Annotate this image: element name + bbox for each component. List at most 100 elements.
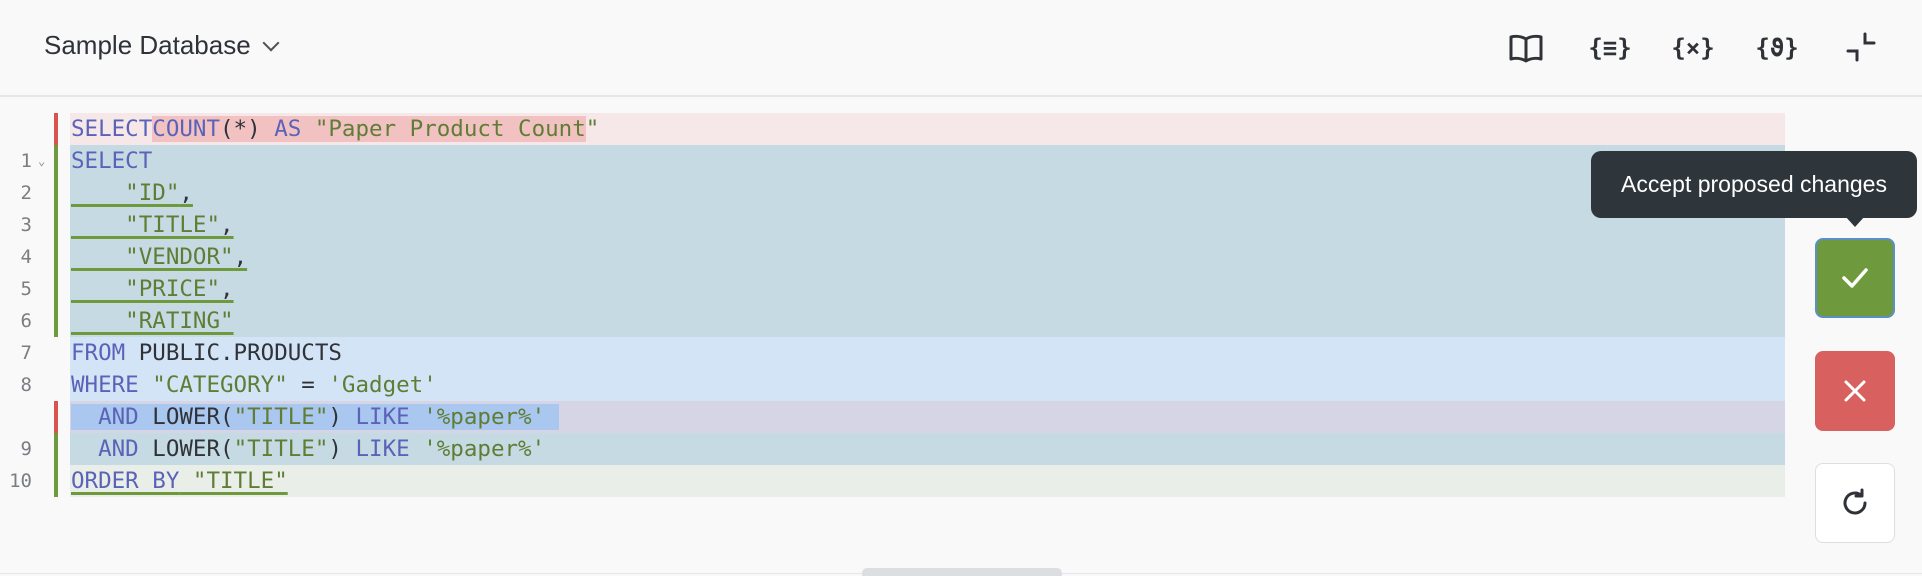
code-token: = — [287, 372, 329, 398]
line-number: 3 — [20, 214, 32, 236]
code-text: "TITLE", — [70, 209, 1785, 241]
string-literal: 'Gadget' — [328, 372, 437, 398]
string-literal: "TITLE" — [71, 212, 221, 238]
code-line-1: 1 ⌄ SELECT — [0, 145, 1790, 177]
keyword: AS — [274, 116, 302, 142]
code-token: (*) — [220, 116, 275, 142]
code-text: SELECTCOUNT(*) AS "Paper Product Count" — [70, 113, 1785, 145]
database-name: Sample Database — [44, 30, 251, 60]
added-marker — [54, 465, 58, 497]
line-number: 9 — [20, 438, 32, 460]
code-token: , — [233, 244, 248, 270]
code-line-8: 8 WHERE "CATEGORY" = 'Gadget' — [0, 369, 1790, 401]
code-line-6: 6 "RATING" — [0, 305, 1790, 337]
tooltip-arrow — [1845, 216, 1865, 227]
refresh-icon — [1843, 488, 1867, 515]
string-literal: " — [585, 116, 600, 142]
line-number: 5 — [20, 278, 32, 300]
keyword: COUNT — [152, 116, 221, 142]
keyword: LIKE — [355, 436, 410, 462]
diff-removed-line: AND LOWER("TITLE") LIKE '%paper%' — [0, 401, 1790, 433]
regenerate-button[interactable] — [1815, 463, 1895, 543]
resize-handle[interactable] — [862, 568, 1062, 576]
line-number: 4 — [20, 246, 32, 268]
code-token: , — [220, 276, 234, 302]
code-text: "VENDOR", — [70, 241, 1785, 273]
sql-editor[interactable]: SELECTCOUNT(*) AS "Paper Product Count" … — [0, 113, 1790, 499]
keyword: WHERE — [71, 372, 139, 398]
code-token: ) — [328, 404, 356, 430]
string-literal: "PRICE" — [71, 276, 221, 302]
string-literal: "RATING" — [71, 308, 234, 334]
code-token: LOWER( — [138, 404, 234, 430]
code-line-10: 10 ORDER BY "TITLE" — [0, 465, 1790, 497]
code-text: AND LOWER("TITLE") LIKE '%paper%' — [70, 401, 1785, 433]
string-literal: '%paper%' — [409, 436, 546, 462]
code-text: ORDER BY "TITLE" — [70, 465, 1785, 497]
editor-header: Sample Database {≡} {×} {ϑ} — [0, 0, 1922, 97]
database-selector[interactable]: Sample Database — [44, 30, 280, 61]
code-text: AND LOWER("TITLE") LIKE '%paper%' — [70, 433, 1785, 465]
added-marker — [54, 241, 58, 273]
code-token: , — [179, 180, 193, 206]
code-text: SELECT — [70, 145, 1785, 177]
line-number: 10 — [9, 470, 32, 492]
check-icon — [1842, 268, 1868, 288]
line-number: 8 — [20, 374, 32, 396]
code-token: PUBLIC.PRODUCTS — [125, 340, 342, 366]
string-literal: "CATEGORY" — [138, 372, 288, 398]
added-marker — [54, 433, 58, 465]
code-text: "PRICE", — [70, 273, 1785, 305]
line-number: 7 — [20, 342, 32, 364]
code-text: "RATING" — [70, 305, 1785, 337]
chevron-down-icon — [262, 34, 280, 51]
line-number: 2 — [20, 182, 32, 204]
added-marker — [54, 209, 58, 241]
code-token: LOWER( — [138, 436, 234, 462]
snippets-icon[interactable]: {≡} — [1588, 26, 1632, 70]
keyword: SELECT — [71, 116, 153, 142]
keyword: AND — [98, 404, 139, 430]
keyword: SELECT — [71, 148, 153, 174]
code-line-7: 7 FROM PUBLIC.PRODUCTS — [0, 337, 1790, 369]
code-line-9: 9 AND LOWER("TITLE") LIKE '%paper%' — [0, 433, 1790, 465]
removed-marker — [54, 113, 58, 145]
string-literal: "VENDOR" — [71, 244, 234, 270]
added-marker — [54, 177, 58, 209]
keyword: FROM — [71, 340, 126, 366]
fold-chevron-icon[interactable]: ⌄ — [38, 145, 45, 177]
code-text: "ID", — [70, 177, 1785, 209]
string-literal: '%paper%' — [409, 404, 546, 430]
diff-removed-line: SELECTCOUNT(*) AS "Paper Product Count" — [0, 113, 1790, 145]
line-number: 1 — [20, 150, 32, 172]
keyword: LIKE — [355, 404, 410, 430]
string-literal: "TITLE" — [233, 404, 329, 430]
keyword: AND — [98, 436, 139, 462]
code-token: , — [220, 212, 234, 238]
string-literal: "Paper Product Count — [301, 116, 586, 142]
collapse-icon[interactable] — [1840, 26, 1884, 70]
variables-icon[interactable]: {×} — [1671, 26, 1715, 70]
line-number: 6 — [20, 310, 32, 332]
ai-icon[interactable]: {ϑ} — [1755, 26, 1799, 70]
code-line-4: 4 "VENDOR", — [0, 241, 1790, 273]
added-marker — [54, 273, 58, 305]
code-line-2: 2 "ID", — [0, 177, 1790, 209]
code-line-3: 3 "TITLE", — [0, 209, 1790, 241]
code-text: FROM PUBLIC.PRODUCTS — [70, 337, 1785, 369]
added-marker — [54, 305, 58, 337]
close-icon — [1844, 380, 1866, 402]
code-token: ) — [328, 436, 356, 462]
code-text: WHERE "CATEGORY" = 'Gadget' — [70, 369, 1785, 401]
string-literal: "TITLE" — [179, 468, 288, 494]
book-icon[interactable] — [1504, 26, 1548, 70]
code-line-5: 5 "PRICE", — [0, 273, 1790, 305]
added-marker — [54, 145, 58, 177]
keyword: ORDER BY — [71, 468, 180, 494]
accept-changes-button[interactable] — [1815, 238, 1895, 318]
accept-tooltip: Accept proposed changes — [1591, 151, 1917, 218]
string-literal: "TITLE" — [233, 436, 329, 462]
reject-changes-button[interactable] — [1815, 351, 1895, 431]
string-literal: "ID" — [71, 180, 180, 206]
removed-marker — [54, 401, 58, 433]
